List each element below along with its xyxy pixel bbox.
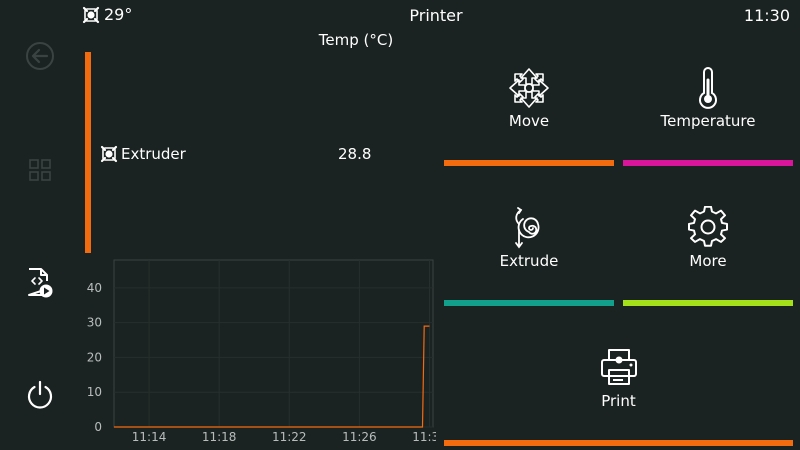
x-tick-label: 11:22 [272, 430, 307, 444]
temp-panel-accent [85, 52, 91, 253]
top-bar: 29° Printer 11:30 [0, 0, 800, 32]
extruder-temp-series [114, 325, 430, 428]
y-tick-label: 40 [87, 281, 102, 295]
grid-button[interactable] [18, 148, 62, 192]
y-tick-label: 10 [87, 385, 102, 399]
page-title: Printer [409, 6, 463, 25]
extrude-color-bar [444, 300, 614, 306]
heater-row-extruder[interactable]: Extruder 28.8 [100, 142, 400, 166]
more-label: More [689, 252, 727, 270]
extruder-icon [100, 145, 118, 163]
thermometer-icon [699, 67, 717, 109]
clock: 11:30 [743, 6, 790, 25]
heater-name: Extruder [121, 145, 186, 163]
move-button[interactable]: Move [444, 58, 614, 166]
more-button[interactable]: More [623, 198, 793, 306]
back-arrow-icon [26, 42, 54, 70]
printer-icon [600, 349, 637, 385]
power-icon [27, 380, 53, 409]
print-label: Print [601, 392, 636, 410]
print-button[interactable]: Print [444, 338, 793, 446]
grid-icon [29, 159, 51, 181]
back-button[interactable] [18, 34, 62, 78]
move-label: Move [508, 112, 550, 130]
x-tick-label: 11:30 [412, 430, 436, 444]
extrude-button[interactable]: Extrude [444, 198, 614, 306]
file-code-play-icon [28, 268, 53, 298]
gear-icon [688, 206, 728, 247]
more-color-bar [623, 300, 793, 306]
move-arrows-icon [509, 68, 549, 108]
extrude-label: Extrude [499, 252, 559, 270]
temperature-label: Temperature [660, 112, 756, 130]
move-color-bar [444, 160, 614, 166]
y-tick-label: 30 [87, 316, 102, 330]
power-button[interactable] [18, 373, 62, 417]
extrude-spiral-icon [515, 207, 540, 249]
printer-screen: 29° Printer 11:30 Temp (°C) Extruder 28.… [0, 0, 800, 450]
file-button[interactable] [18, 261, 62, 305]
temp-heading: Temp (°C) [318, 31, 394, 49]
heater-value: 28.8 [338, 145, 372, 163]
x-tick-label: 11:18 [202, 430, 237, 444]
page-title-wrap: Printer [0, 6, 800, 25]
temperature-color-bar [623, 160, 793, 166]
graph-frame [113, 259, 434, 428]
x-tick-label: 11:26 [342, 430, 377, 444]
print-color-bar [444, 440, 793, 446]
y-tick-label: 20 [87, 350, 102, 364]
y-tick-label: 0 [94, 420, 102, 434]
temperature-button[interactable]: Temperature [623, 58, 793, 166]
temperature-graph: 11:14 11:18 11:22 11:26 11:30 0 10 20 30 40 [87, 259, 436, 444]
x-tick-label: 11:14 [132, 430, 167, 444]
